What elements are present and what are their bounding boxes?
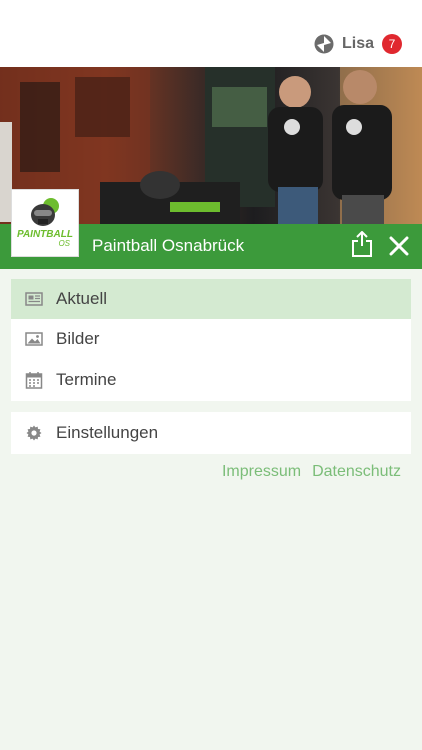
dice-icon xyxy=(314,34,334,54)
calendar-icon xyxy=(25,372,43,389)
datenschutz-link[interactable]: Datenschutz xyxy=(312,463,401,481)
notification-badge[interactable]: 7 xyxy=(382,34,402,54)
image-icon xyxy=(25,332,43,346)
share-icon[interactable] xyxy=(351,231,373,257)
menu-label-einstellungen: Einstellungen xyxy=(56,423,159,442)
menu-item-einstellungen[interactable]: Einstellungen xyxy=(11,413,411,453)
menu-label-aktuell: Aktuell xyxy=(56,289,108,308)
organization-title: Paintball Osnabrück xyxy=(92,236,245,255)
close-icon[interactable] xyxy=(389,236,409,256)
newspaper-icon xyxy=(25,292,43,306)
menu-item-aktuell[interactable]: Aktuell xyxy=(11,279,411,319)
menu-label-termine: Termine xyxy=(56,370,117,389)
paintball-mask-icon xyxy=(31,198,59,226)
top-bar: Lisa 7 xyxy=(0,0,422,67)
organization-logo: PAINTBALL OS xyxy=(11,189,79,257)
settings-menu: Einstellungen xyxy=(11,412,411,454)
logo-text-bottom: OS xyxy=(58,239,70,248)
user-name: Lisa xyxy=(341,35,374,52)
footer-links: Impressum Datenschutz xyxy=(222,463,401,481)
main-menu: Aktuell Bilder Termine xyxy=(11,279,411,401)
menu-label-bilder: Bilder xyxy=(56,329,100,348)
menu-item-bilder[interactable]: Bilder xyxy=(11,319,411,359)
gear-icon xyxy=(26,425,42,441)
impressum-link[interactable]: Impressum xyxy=(222,463,301,481)
user-profile-button[interactable]: Lisa 7 xyxy=(314,32,402,56)
menu-item-termine[interactable]: Termine xyxy=(11,360,411,400)
